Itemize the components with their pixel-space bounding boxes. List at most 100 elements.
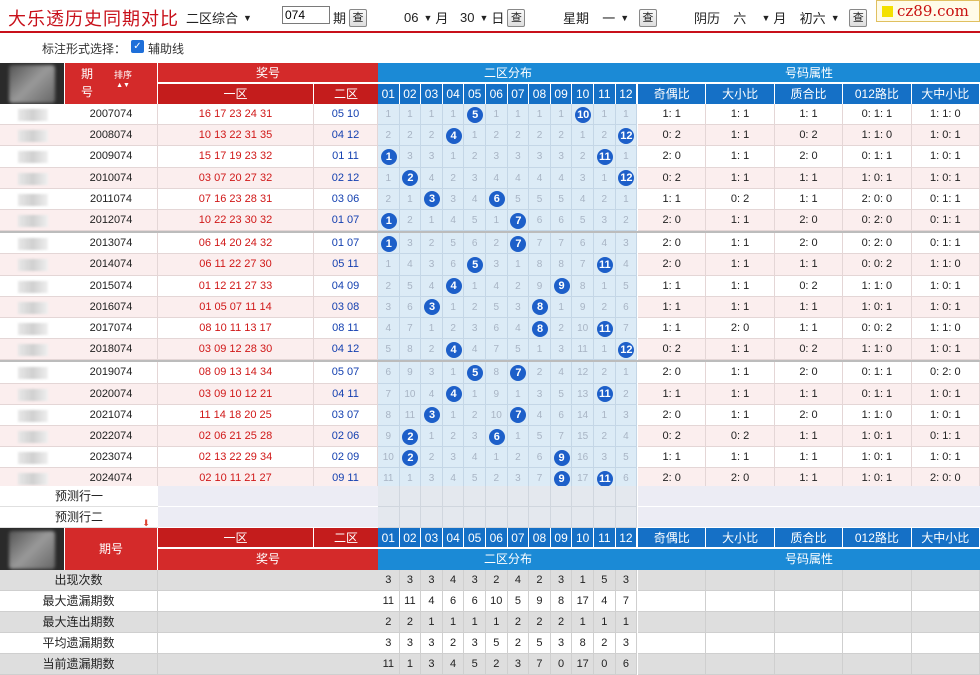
- stat-value: 5: [486, 633, 508, 654]
- stat-attr-area: [843, 612, 912, 633]
- predict-dist-cell[interactable]: [378, 507, 400, 528]
- predict-dist-cell[interactable]: [464, 486, 486, 507]
- dist-miss-cell: 3: [421, 362, 443, 384]
- predict-attr-area[interactable]: [638, 507, 980, 528]
- stat-attr-area: [638, 570, 707, 591]
- dist-col-02: 02: [399, 84, 422, 104]
- number-ball: 9: [553, 449, 570, 466]
- number-ball: 2: [402, 428, 419, 445]
- stat-attr-area: [843, 591, 912, 612]
- row-attr-1: 1: 1: [706, 339, 775, 361]
- dist-miss-cell: 6: [442, 254, 465, 276]
- row-attr-3: 1: 1: 0: [843, 125, 912, 147]
- dist-miss-cell: 2: [421, 125, 443, 147]
- stat-value: 9: [529, 591, 551, 612]
- predict-dist-cell[interactable]: [572, 486, 594, 507]
- row-attr-1: 1: 1: [706, 167, 775, 189]
- dist-miss-cell: 3: [594, 210, 616, 232]
- dist-miss-cell: 3: [529, 146, 551, 168]
- row-avatar-blur: [18, 409, 48, 422]
- predict-dist-cell[interactable]: [507, 507, 530, 528]
- stat-attr-area: [706, 570, 775, 591]
- history-table: 期号排序 ▲▼ 奖号 一区 二区 二区分布 01 02 03 04 05 06 07 08 09 10 11 12…: [0, 0, 980, 675]
- row-attr-2: 1: 1: [774, 254, 844, 276]
- row-back-numbers: 04 11: [314, 383, 378, 405]
- dist-miss-cell: 4: [464, 447, 486, 469]
- avatar-image: [9, 531, 55, 569]
- predict-dist-cell[interactable]: [399, 486, 422, 507]
- number-ball: 4: [445, 127, 462, 144]
- dist-miss-cell: 2: [615, 383, 638, 405]
- dist-miss-cell: 12: [572, 362, 594, 384]
- row-front-numbers: 01 12 21 27 33: [158, 275, 314, 297]
- row-period: 2013074: [65, 233, 158, 255]
- stat-prize-area: [158, 633, 378, 654]
- dist-miss-cell: 16: [572, 447, 594, 469]
- predict-dist-cell[interactable]: [615, 486, 638, 507]
- predict-dist-cell[interactable]: [572, 507, 594, 528]
- predict-prize-area[interactable]: [158, 507, 378, 528]
- dist-miss-cell: 8: [550, 254, 573, 276]
- predict-dist-cell[interactable]: [529, 507, 551, 528]
- attr-col-4: 大中小比: [911, 84, 980, 104]
- sort-arrows-icon[interactable]: ▲▼: [108, 80, 138, 92]
- predict-dist-cell[interactable]: [594, 486, 616, 507]
- zone1-header-bottom: 一区: [158, 528, 314, 548]
- stat-value: 4: [594, 591, 616, 612]
- attr-col-bottom-4: 大中小比: [911, 528, 980, 548]
- number-ball: 11: [596, 320, 613, 337]
- row-attr-4: 1: 1: 0: [911, 254, 980, 276]
- row-avatar-blur: [18, 215, 48, 227]
- predict-dist-cell[interactable]: [486, 507, 508, 528]
- stat-value: 3: [550, 570, 573, 591]
- dist-miss-cell: 1: [615, 146, 638, 168]
- row-avatar-blur: [18, 109, 48, 121]
- row-attr-0: 2: 0: [638, 210, 707, 232]
- dist-miss-cell: 3: [442, 188, 465, 210]
- dist-miss-cell: 3: [421, 146, 443, 168]
- predict-dist-cell[interactable]: [550, 486, 573, 507]
- predict-dist-cell[interactable]: [399, 507, 422, 528]
- predict-dist-cell[interactable]: [421, 507, 443, 528]
- dist-miss-cell: 2: [486, 125, 508, 147]
- stat-value: 8: [572, 633, 594, 654]
- row-back-numbers: 04 12: [314, 125, 378, 147]
- predict-attr-area[interactable]: [638, 486, 980, 507]
- predict-dist-cell[interactable]: [378, 486, 400, 507]
- dist-col-07: 07: [507, 84, 530, 104]
- predict-dist-cell[interactable]: [507, 486, 530, 507]
- dist-miss-cell: 4: [550, 167, 573, 189]
- dist-miss-cell: 2: [442, 426, 465, 448]
- row-avatar-blur: [18, 452, 48, 465]
- dist-miss-cell: 2: [507, 275, 530, 297]
- predict-dist-cell[interactable]: [442, 486, 465, 507]
- stat-attr-area: [774, 591, 844, 612]
- dist-miss-cell: 4: [378, 318, 400, 340]
- predict-dist-cell[interactable]: [550, 507, 573, 528]
- stat-value: 6: [464, 591, 486, 612]
- number-ball: 9: [553, 278, 570, 295]
- predict-dist-cell[interactable]: [464, 507, 486, 528]
- predict-dist-cell[interactable]: [529, 486, 551, 507]
- row-avatar-blur: [18, 388, 48, 401]
- predict-dist-cell[interactable]: [594, 507, 616, 528]
- dist-miss-cell: 2: [464, 146, 486, 168]
- arrow-down-icon: ⬇: [142, 518, 150, 528]
- stat-value: 1: [615, 612, 638, 633]
- number-ball: 5: [467, 106, 484, 123]
- row-attr-4: 0: 1: 1: [911, 426, 980, 448]
- row-period: 2015074: [65, 275, 158, 297]
- predict-dist-cell[interactable]: [442, 507, 465, 528]
- stat-value: 1: [572, 570, 594, 591]
- dist-col-03: 03: [421, 84, 443, 104]
- period-header-label: 号: [80, 85, 93, 99]
- dist-miss-cell: 6: [550, 404, 573, 426]
- stat-value: 3: [464, 633, 486, 654]
- predict-prize-area[interactable]: [158, 486, 378, 507]
- stat-value: 3: [464, 570, 486, 591]
- dist-miss-cell: 3: [550, 146, 573, 168]
- predict-dist-cell[interactable]: [615, 507, 638, 528]
- predict-dist-cell[interactable]: [486, 486, 508, 507]
- stat-value: 2: [442, 633, 465, 654]
- predict-dist-cell[interactable]: [421, 486, 443, 507]
